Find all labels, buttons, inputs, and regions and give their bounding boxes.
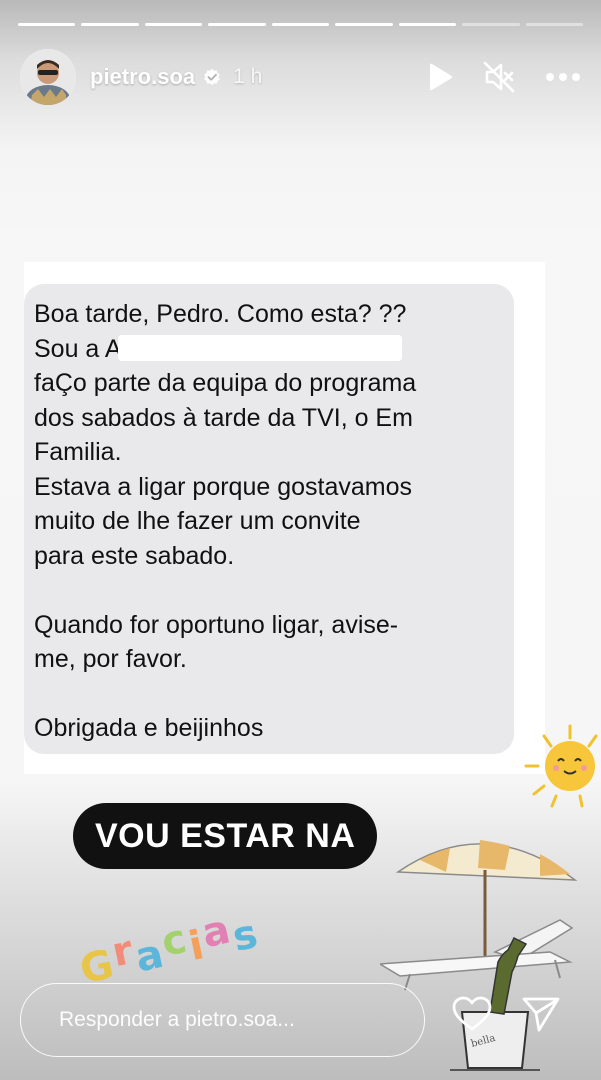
play-icon[interactable] — [427, 63, 453, 91]
gracias-sticker: Gracias — [75, 906, 264, 993]
message-line: dos sabados à tarde da TVI, o Em — [34, 403, 413, 432]
reply-box[interactable] — [20, 983, 425, 1057]
post-time: 1 h — [233, 65, 263, 88]
message-line: Boa tarde, Pedro. Como esta? ?? — [34, 300, 407, 328]
message-line: para este sabado. — [34, 541, 235, 570]
message-line: faÇo parte da equipa do programa — [34, 369, 417, 397]
sun-icon — [524, 724, 598, 808]
progress-segment — [81, 23, 139, 26]
progress-segment — [208, 23, 266, 26]
heart-icon[interactable] — [452, 996, 492, 1032]
username[interactable]: pietro.soa — [90, 64, 195, 90]
send-icon[interactable] — [522, 996, 560, 1032]
gracias-letter: s — [228, 910, 264, 961]
story-progress — [18, 23, 583, 27]
message-text: Boa tarde, Pedro. Como esta? ?? Sou a Ar … — [34, 297, 504, 746]
muted-icon[interactable] — [483, 61, 515, 93]
message-line: Quando for oportuno ligar, avise- — [34, 610, 399, 639]
progress-segment — [144, 23, 203, 26]
verified-icon — [204, 68, 220, 86]
message-line: muito de lhe fazer um convite — [34, 507, 361, 535]
message-line: Estava a ligar porque gostavamos — [34, 472, 412, 501]
progress-segment — [398, 23, 457, 26]
progress-segment — [18, 23, 76, 26]
progress-segment — [462, 23, 520, 26]
story-header: pietro.soa 1 h — [20, 48, 581, 106]
progress-segment — [271, 23, 330, 26]
message-line: Familia. — [34, 438, 122, 466]
caption-sticker: VOU ESTAR NA — [73, 803, 378, 869]
more-icon[interactable] — [545, 72, 581, 82]
message-line: Obrigada e beijinhos — [34, 714, 264, 742]
message-line — [34, 573, 504, 608]
message-line — [34, 677, 504, 712]
avatar[interactable] — [20, 49, 76, 105]
reply-input[interactable] — [57, 1007, 401, 1033]
message-line: me, por favor. — [34, 645, 187, 673]
name-redaction — [118, 335, 402, 361]
progress-segment — [335, 23, 393, 26]
progress-segment — [525, 23, 583, 26]
